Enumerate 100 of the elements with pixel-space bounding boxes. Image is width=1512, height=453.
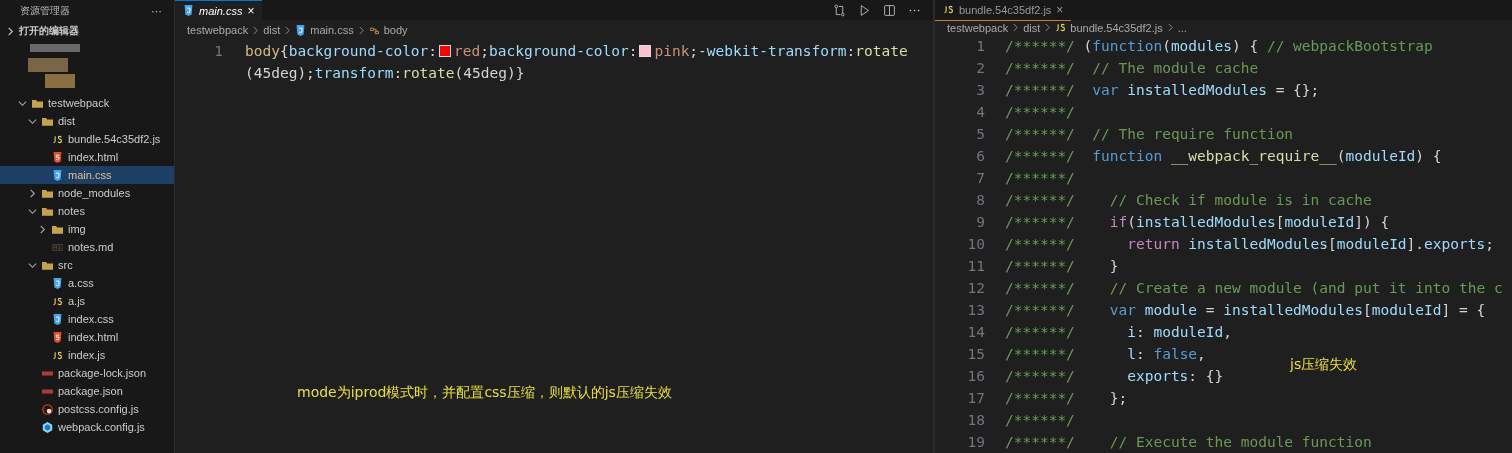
code-line: /******/ function __webpack_require__(moduleId) {	[1005, 147, 1442, 167]
line-number: 6	[975, 147, 986, 166]
close-tab-button[interactable]: ×	[247, 3, 255, 18]
code-line: body{background-color: red;background-color: pink;-webkit-transform:rotate (45deg);transform:rotate(45deg)}	[245, 42, 909, 83]
line-number: 19	[966, 433, 986, 452]
chevron-icon	[6, 26, 15, 36]
js-file-icon	[943, 4, 954, 15]
code-line: /******/ // The require function	[1005, 125, 1294, 144]
chevron-icon	[1166, 23, 1174, 32]
breadcrumb-item[interactable]: body	[383, 24, 408, 36]
breadcrumb-item[interactable]: dist	[263, 24, 281, 36]
folder-icon	[42, 259, 53, 271]
close-tab-button[interactable]: ×	[1056, 2, 1064, 17]
code-line: /******/ var module = installedModules[moduleId] = {	[1005, 301, 1486, 320]
chevron-icon	[1044, 23, 1052, 32]
code-line: /******/ (function(modules) { // webpackBootstrap	[1005, 37, 1433, 56]
breadcrumb-item[interactable]: testwebpack	[947, 21, 1009, 34]
symbol-icon	[368, 24, 380, 36]
file-tree-item[interactable]: a.js	[0, 292, 174, 310]
css-file-icon	[183, 5, 194, 16]
editor-tab[interactable]: main.css ×	[175, 0, 263, 21]
code-line: /******/ i: moduleId,	[1005, 323, 1232, 342]
code-line: /******/ exports: {}	[1005, 367, 1224, 386]
compare-changes-icon[interactable]	[833, 3, 846, 17]
annotation-text: js压缩失效	[1290, 356, 1358, 374]
breadcrumb-item[interactable]: ...	[1177, 21, 1187, 34]
js-file-icon	[52, 133, 63, 145]
line-number: 1	[213, 42, 224, 61]
file-tree-item[interactable]: notes	[0, 202, 174, 220]
file-tree-item[interactable]: main.css	[0, 166, 174, 184]
chevron-icon	[252, 25, 260, 35]
code-line: /******/	[1005, 169, 1075, 188]
code-line: /******/ // Create a new module (and put it into the c	[1005, 279, 1503, 298]
file-tree-item[interactable]: node_modules	[0, 184, 174, 202]
file-tree-item[interactable]: bundle.54c35df2.js	[0, 130, 174, 148]
file-tree-item[interactable]: index.html	[0, 328, 174, 346]
pixelated-block	[30, 44, 80, 52]
css-file-icon	[52, 169, 63, 181]
code-line: /******/ if(installedModules[moduleId]) {	[1005, 213, 1390, 232]
breadcrumb-item[interactable]: dist	[1023, 21, 1041, 34]
code-line: /******/ // The module cache	[1005, 59, 1259, 78]
file-tree-item[interactable]: img	[0, 220, 174, 238]
folder-icon	[52, 223, 63, 235]
markdown-file-icon	[52, 241, 63, 253]
code-line: /******/ return installedModules[moduleId].exports;	[1005, 235, 1494, 254]
split-editor-icon[interactable]	[883, 3, 896, 17]
file-tree-item[interactable]: package-lock.json	[0, 364, 174, 382]
breadcrumb-item[interactable]: testwebpack	[187, 24, 249, 36]
code-line: /******/ var installedModules = {};	[1005, 81, 1320, 100]
chevron-icon	[357, 25, 365, 35]
js-file-icon	[1055, 22, 1067, 33]
cube-file-icon	[42, 421, 53, 433]
js-file-icon	[52, 295, 63, 307]
postcss-file-icon	[42, 403, 53, 415]
line-number: 17	[966, 389, 986, 408]
line-number: 1	[975, 37, 986, 56]
code-line: /******/ }	[1005, 257, 1119, 276]
file-tree-item[interactable]: notes.md	[0, 238, 174, 256]
file-tree-item[interactable]: src	[0, 256, 174, 274]
file-tree-item[interactable]: index.css	[0, 310, 174, 328]
line-number: 4	[975, 103, 986, 122]
file-tree-item[interactable]: package.json	[0, 382, 174, 400]
file-tree-item[interactable]: testwebpack	[0, 94, 174, 112]
line-number: 11	[966, 257, 986, 276]
line-number: 5	[975, 125, 986, 144]
line-number: 10	[966, 235, 986, 254]
line-number: 8	[975, 191, 986, 210]
file-tree-item[interactable]: postcss.config.js	[0, 400, 174, 418]
run-icon[interactable]	[858, 3, 871, 17]
file-tree-item[interactable]: webpack.config.js	[0, 418, 174, 436]
annotation-text: mode为iprod模式时，并配置css压缩，则默认的js压缩失效	[297, 384, 672, 402]
line-number: 14	[966, 323, 986, 342]
breadcrumb-item[interactable]: bundle.54c35df2.js	[1070, 21, 1163, 34]
file-tree-item[interactable]: dist	[0, 112, 174, 130]
pixelated-block	[45, 74, 75, 88]
file-tree-item[interactable]: index.html	[0, 148, 174, 166]
code-line: /******/ // Execute the module function	[1005, 433, 1372, 452]
line-number: 12	[966, 279, 986, 298]
code-line: /******/ l: false,	[1005, 345, 1206, 364]
breadcrumb-item[interactable]: main.css	[310, 24, 354, 36]
open-editors-section[interactable]: 打开的编辑器	[0, 22, 174, 40]
code-line: /******/ // Check if module is in cache	[1005, 191, 1372, 210]
folder-icon	[42, 187, 53, 199]
css-file-icon	[52, 313, 63, 325]
file-tree-item[interactable]: a.css	[0, 274, 174, 292]
js-file-icon	[52, 349, 63, 361]
line-number: 18	[966, 411, 986, 430]
css-file-icon	[295, 24, 307, 36]
code-line: /******/	[1005, 411, 1075, 430]
file-tree-item[interactable]: index.js	[0, 346, 174, 364]
line-number: 7	[975, 169, 986, 188]
html-file-icon	[52, 151, 63, 163]
folder-icon	[42, 205, 53, 217]
line-number: 13	[966, 301, 986, 320]
css-file-icon	[52, 277, 63, 289]
more-actions-button[interactable]: ···	[151, 5, 162, 17]
line-number: 15	[966, 345, 986, 364]
code-line: /******/	[1005, 103, 1075, 122]
pixelated-block	[28, 58, 68, 72]
line-number: 16	[966, 367, 986, 386]
